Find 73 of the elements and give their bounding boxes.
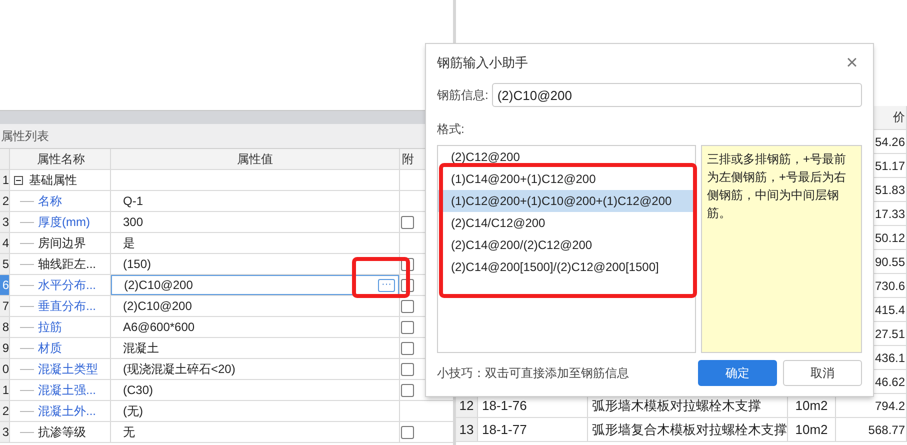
row-number: 6 — [0, 275, 10, 295]
property-name: 名称 — [38, 192, 62, 210]
table-cell: 弧形墙复合木模板对拉螺栓木支撑 — [588, 418, 788, 441]
highlight-frame — [352, 257, 410, 298]
property-name: 混凝土强... — [38, 382, 96, 398]
row-number: 13 — [456, 418, 478, 441]
tip-text: 小技巧：双击可直接添加至钢筋信息 — [437, 364, 629, 382]
property-name: 材质 — [38, 340, 62, 356]
collapse-icon[interactable] — [14, 176, 23, 184]
checkbox[interactable] — [401, 384, 414, 396]
row-number: 2 — [0, 191, 10, 211]
column-header: 属性值 — [237, 150, 273, 168]
property-value: (无) — [122, 402, 143, 420]
property-name: 抗渗等级 — [38, 424, 86, 440]
checkbox[interactable] — [401, 300, 414, 312]
cancel-button[interactable]: 取消 — [783, 360, 862, 386]
table-cell: 568.77 — [836, 418, 907, 441]
property-value: (C30) — [122, 383, 154, 397]
row-number: 3 — [0, 212, 10, 232]
property-value: 无 — [122, 424, 135, 440]
confirm-button[interactable]: 确定 — [698, 360, 777, 386]
property-name: 混凝土类型 — [38, 360, 98, 378]
property-value: A6@600*600 — [122, 320, 195, 334]
row-number: 5 — [0, 254, 10, 274]
property-name: 垂直分布... — [38, 298, 96, 314]
row-number: 7 — [0, 296, 10, 316]
property-name: 房间边界 — [38, 234, 86, 252]
value-field[interactable]: (2)C10@200 ··· — [111, 275, 399, 295]
list-item[interactable]: (2)C14@200[1500]/(2)C12@200[1500] — [438, 256, 695, 278]
property-name: 拉筋 — [38, 318, 62, 336]
column-header: 附 — [402, 150, 414, 168]
more-button[interactable]: ··· — [378, 278, 395, 292]
column-header: 价 — [893, 109, 905, 126]
row-number: 1 — [0, 380, 10, 400]
row-number: 2 — [0, 401, 10, 421]
list-item[interactable]: (2)C14/C12@200 — [438, 212, 695, 234]
close-button[interactable]: × — [842, 52, 862, 74]
group-name: 基础属性 — [29, 172, 77, 188]
row-number: 3 — [0, 422, 10, 442]
property-value: 混凝土 — [122, 340, 159, 356]
list-item[interactable]: (2)C12@200 — [438, 146, 695, 168]
property-value: (现浇混凝土碎石<20) — [122, 360, 236, 378]
list-item[interactable]: (2)C14@200/(2)C12@200 — [438, 234, 695, 256]
description-note: 三排或多排钢筋，+号最前为左侧钢筋，+号最后为右侧钢筋，中间为中间层钢筋。 — [701, 145, 862, 353]
row-number: 0 — [0, 359, 10, 379]
checkbox[interactable] — [401, 342, 414, 354]
field-label: 钢筋信息: — [437, 86, 488, 104]
property-name: 水平分布... — [38, 276, 96, 294]
checkbox[interactable] — [401, 320, 414, 334]
panel-title: 属性列表 — [1, 128, 49, 144]
property-value: 300 — [122, 215, 144, 229]
property-value: Q-1 — [122, 194, 144, 208]
property-name: 轴线距左... — [38, 256, 96, 272]
row-number: 9 — [0, 338, 10, 358]
input-field[interactable]: (2)C10@200 — [492, 83, 862, 107]
row-number: 8 — [0, 317, 10, 337]
property-name: 混凝土外... — [38, 402, 96, 420]
table-cell: 10m2 — [788, 418, 836, 441]
dialog-title: 钢筋输入小助手 — [437, 54, 528, 72]
checkbox[interactable] — [401, 216, 414, 228]
column-header: 属性名称 — [37, 150, 85, 168]
field-label: 格式: — [437, 121, 466, 138]
list-item[interactable]: (1)C14@200+(1)C12@200 — [438, 168, 695, 190]
property-value: (2)C10@200 — [122, 299, 192, 313]
row-number: 1 — [0, 170, 10, 190]
list-item[interactable]: (1)C12@200+(1)C10@200+(1)C12@200 — [438, 190, 695, 212]
property-value: (150) — [122, 257, 152, 271]
checkbox[interactable] — [401, 362, 414, 376]
row-number: 4 — [0, 233, 10, 253]
property-value: 是 — [122, 234, 135, 252]
property-name: 厚度(mm) — [38, 214, 90, 230]
checkbox[interactable] — [401, 426, 414, 438]
table-cell: 18-1-77 — [478, 418, 588, 441]
